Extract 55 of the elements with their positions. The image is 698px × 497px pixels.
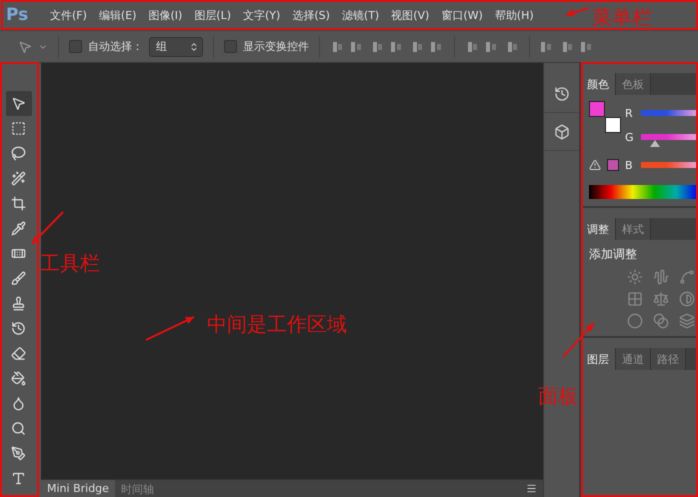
channel-label: R — [625, 106, 634, 120]
color-swatch[interactable] — [605, 117, 621, 133]
spinner-icon — [189, 42, 199, 52]
align-icon[interactable] — [430, 40, 444, 54]
annotation-arrow — [566, 7, 590, 16]
app-logo: Ps — [5, 5, 30, 25]
channel-label: G — [625, 130, 635, 144]
align-icon[interactable] — [330, 40, 344, 54]
panel-tab[interactable]: 路径 — [651, 348, 686, 370]
align-icon[interactable] — [485, 40, 499, 54]
menu-item[interactable]: 图层(L) — [188, 8, 238, 22]
warning-icon — [589, 159, 601, 171]
panel-tab[interactable]: 通道 — [616, 348, 651, 370]
menu-item[interactable]: 图像(I) — [142, 8, 188, 22]
move-tool-icon[interactable] — [6, 91, 32, 116]
checkbox[interactable] — [69, 40, 82, 53]
menu-item[interactable]: 窗口(W) — [435, 8, 489, 22]
panel-heading: 添加调整 — [588, 246, 638, 263]
align-icon[interactable] — [540, 40, 554, 54]
menu-item[interactable]: 选择(S) — [286, 8, 336, 22]
annotation-arrow — [31, 211, 64, 245]
checkbox-label: 显示变换控件 — [243, 39, 309, 54]
panel-tab[interactable]: 色板 — [616, 73, 651, 95]
bottom-tab[interactable]: Mini Bridge — [41, 480, 115, 497]
color-spectrum[interactable] — [589, 185, 698, 199]
menu-item[interactable]: 滤镜(T) — [336, 8, 386, 22]
menu-item[interactable]: 文字(Y) — [237, 8, 286, 22]
align-icon[interactable] — [350, 40, 364, 54]
select-field[interactable]: 组 — [149, 36, 203, 56]
panel-tab[interactable]: 调整 — [581, 218, 616, 240]
color-swatch[interactable] — [589, 101, 605, 117]
align-icon[interactable] — [505, 40, 519, 54]
gamut-swatch[interactable] — [607, 159, 619, 171]
align-icon[interactable] — [370, 40, 384, 54]
menu-item[interactable]: 帮助(H) — [488, 8, 540, 22]
annotation-label: 菜单栏 — [592, 4, 652, 31]
menu-item[interactable]: 编辑(E) — [92, 8, 142, 22]
panel-tab[interactable]: 图层 — [581, 348, 616, 370]
align-icon[interactable] — [390, 40, 404, 54]
panel-tab[interactable]: 样式 — [616, 218, 651, 240]
slider-thumb[interactable] — [650, 140, 660, 147]
annotation-label: 中间是工作区域 — [207, 311, 347, 338]
annotation-label: 工具栏 — [40, 250, 100, 277]
checkbox[interactable] — [224, 40, 237, 53]
panel-tab[interactable]: 颜色 — [581, 73, 616, 95]
annotation-label: 面板 — [538, 383, 578, 410]
annotation-arrow — [146, 316, 194, 341]
align-icon[interactable] — [465, 40, 479, 54]
align-icon[interactable] — [580, 40, 594, 54]
checkbox-label: 自动选择： — [88, 39, 143, 54]
menu-item[interactable]: 文件(F) — [44, 8, 93, 22]
menu-item[interactable]: 视图(V) — [385, 8, 436, 22]
channel-label: B — [625, 158, 634, 172]
align-icon[interactable] — [560, 40, 574, 54]
align-icon[interactable] — [410, 40, 424, 54]
